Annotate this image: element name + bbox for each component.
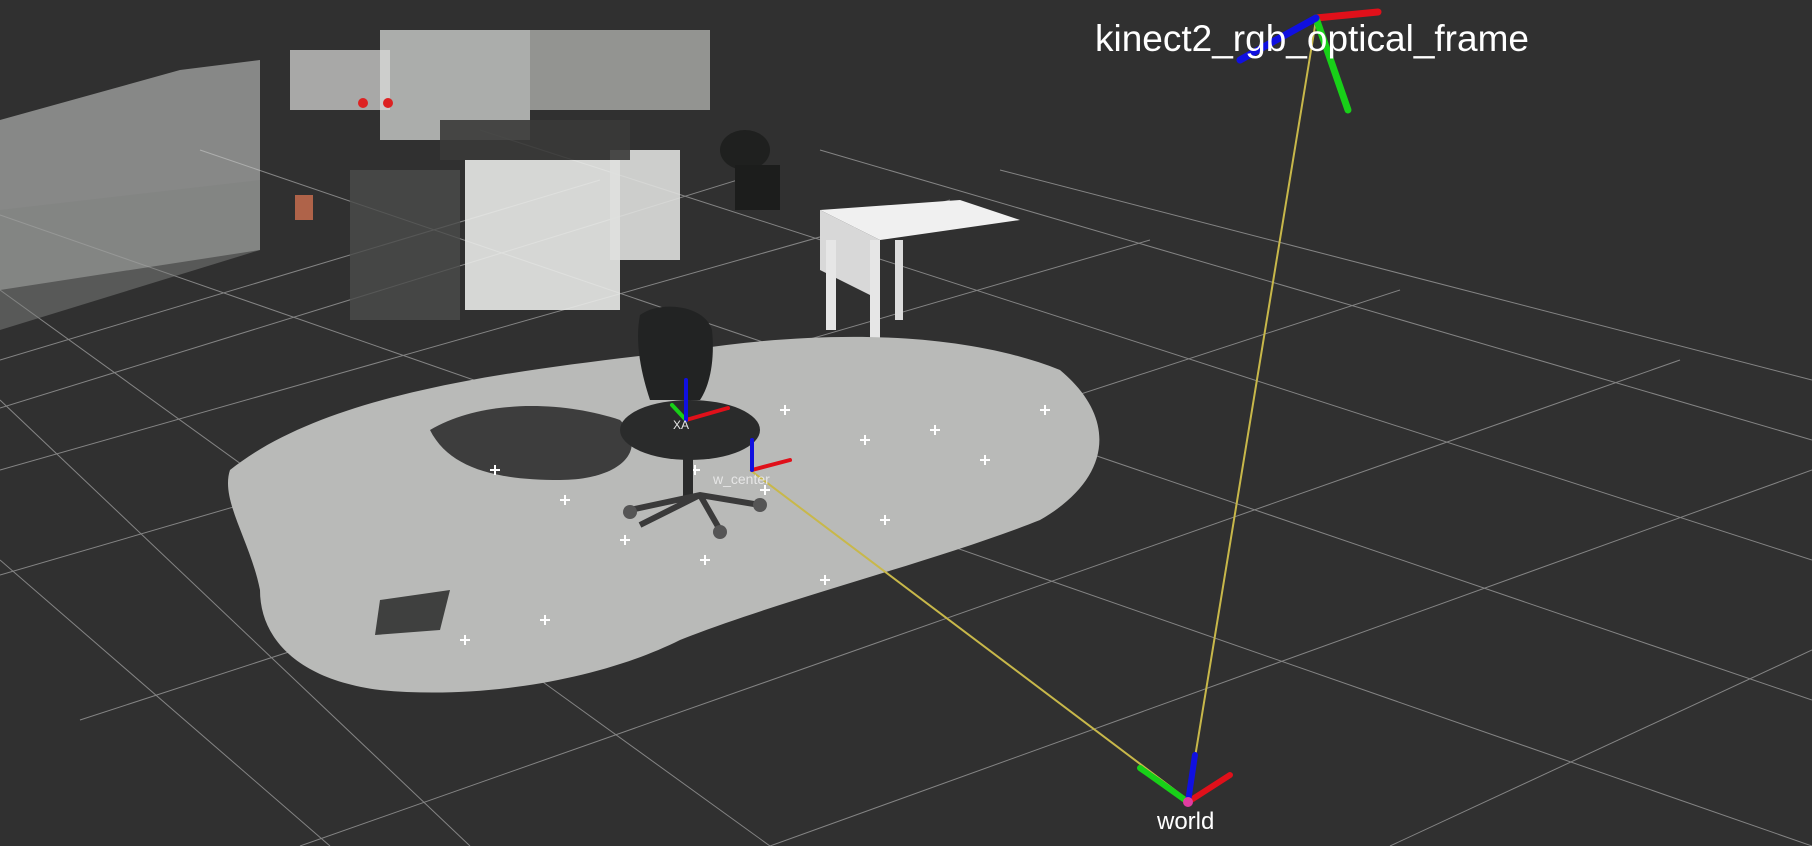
tf-link-camera-world [1187,19,1317,801]
point-cloud-background-chair [720,130,780,210]
rviz-3d-viewport[interactable]: kinect2_rgb_optical_frame world w_center… [0,0,1812,846]
point-cloud-table [820,200,1020,355]
scene-canvas[interactable] [0,0,1812,846]
axes-triad-icon-world [1137,752,1233,807]
point-cloud-background [0,30,710,330]
